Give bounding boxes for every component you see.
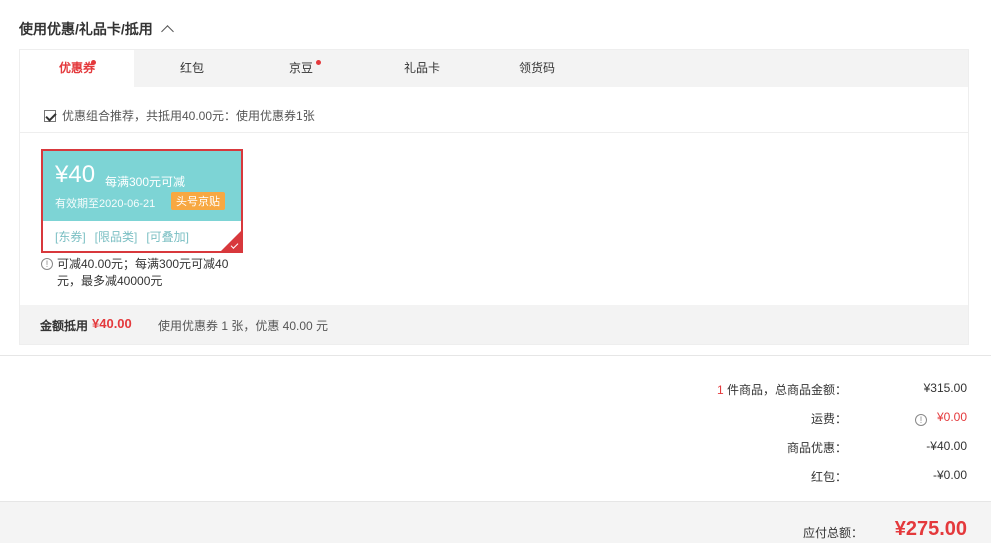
coupon-tag: [限品类] — [94, 230, 138, 244]
coupon-header: ¥40 每满300元可减 有效期至2020-06-21 头号京贴 — [43, 151, 241, 221]
combo-text: 优惠组合推荐，共抵用40.00元：使用优惠券1张 — [62, 109, 315, 123]
total-value: ¥275.00 — [894, 518, 967, 540]
discount-label: 金额抵用 — [40, 319, 89, 333]
chevron-up-icon[interactable] — [160, 25, 174, 38]
coupon-note: ! 可减40.00元；每满300元可减40元，最多减40000元 — [41, 256, 241, 290]
divider — [20, 132, 968, 133]
combo-recommendation: 优惠组合推荐，共抵用40.00元：使用优惠券1张 — [44, 107, 315, 124]
coupon-tag: [可叠加] — [146, 230, 190, 244]
tab-redeem-codes[interactable]: 领货码 — [480, 50, 594, 87]
coupon-tag: [东券] — [55, 230, 86, 244]
total-bar: 应付总额： ¥275.00 — [0, 501, 991, 543]
discount-summary-bar: 金额抵用 ¥40.00 使用优惠券 1 张，优惠 40.00 元 — [20, 305, 968, 344]
section-title[interactable]: 使用优惠/礼品卡/抵用 — [19, 19, 174, 39]
total-label: 应付总额： — [802, 526, 863, 540]
tab-bar: 优惠券 红包 京豆 礼品卡 领货码 — [20, 50, 968, 87]
coupon-panel: 优惠券 红包 京豆 礼品卡 领货码 优惠组合推荐，共抵用40.00元：使用优惠券… — [19, 49, 969, 345]
coupon-condition: 每满300元可减 — [105, 175, 186, 189]
coupon-note-text: 可减40.00元；每满300元可减40元，最多减40000元 — [57, 257, 229, 288]
tab-label: 红包 — [179, 61, 204, 75]
coupon-badge: 头号京贴 — [171, 192, 225, 210]
coupon-amount: ¥40 — [55, 161, 96, 188]
shipping-label: 运费： — [810, 412, 847, 426]
summary-product-discount-row: 商品优惠： -¥40.00 — [0, 439, 991, 455]
tab-red-packets[interactable]: 红包 — [135, 50, 249, 87]
tab-gift-cards[interactable]: 礼品卡 — [365, 50, 479, 87]
coupon-tags: [东券] [限品类] [可叠加] — [55, 228, 189, 245]
info-icon: ! — [41, 258, 53, 270]
redpacket-value: -¥0.00 — [932, 468, 967, 482]
tab-label: 领货码 — [518, 61, 555, 75]
tab-coupons[interactable]: 优惠券 — [20, 50, 134, 87]
combo-checkbox[interactable] — [44, 109, 56, 122]
new-dot-icon — [91, 60, 96, 65]
tab-label: 礼品卡 — [403, 61, 440, 75]
items-total: ¥315.00 — [923, 381, 967, 395]
discount-description: 使用优惠券 1 张，优惠 40.00 元 — [158, 319, 329, 333]
shipping-value: ! ¥0.00 — [914, 410, 967, 426]
info-icon[interactable]: ! — [914, 414, 927, 426]
coupon-validity: 有效期至2020-06-21 — [55, 198, 156, 210]
section-title-text: 使用优惠/礼品卡/抵用 — [19, 21, 153, 37]
product-discount-value: -¥40.00 — [926, 439, 967, 453]
items-label: 1 件商品，总商品金额： — [716, 383, 847, 397]
divider — [0, 355, 991, 356]
coupon-card[interactable]: ¥40 每满300元可减 有效期至2020-06-21 头号京贴 [东券] [限… — [41, 149, 243, 253]
selected-corner — [221, 231, 241, 251]
tab-jingdou[interactable]: 京豆 — [244, 50, 358, 87]
discount-amount: ¥40.00 — [92, 316, 132, 331]
summary-redpacket-row: 红包： -¥0.00 — [0, 468, 991, 484]
new-dot-icon — [316, 60, 321, 65]
tab-label: 京豆 — [288, 61, 313, 75]
summary-items-row: 1 件商品，总商品金额： ¥315.00 — [0, 381, 991, 397]
redpacket-label: 红包： — [810, 470, 847, 484]
product-discount-label: 商品优惠： — [786, 441, 847, 455]
tab-label: 优惠券 — [58, 61, 95, 75]
summary-shipping-row: 运费： ! ¥0.00 — [0, 410, 991, 426]
